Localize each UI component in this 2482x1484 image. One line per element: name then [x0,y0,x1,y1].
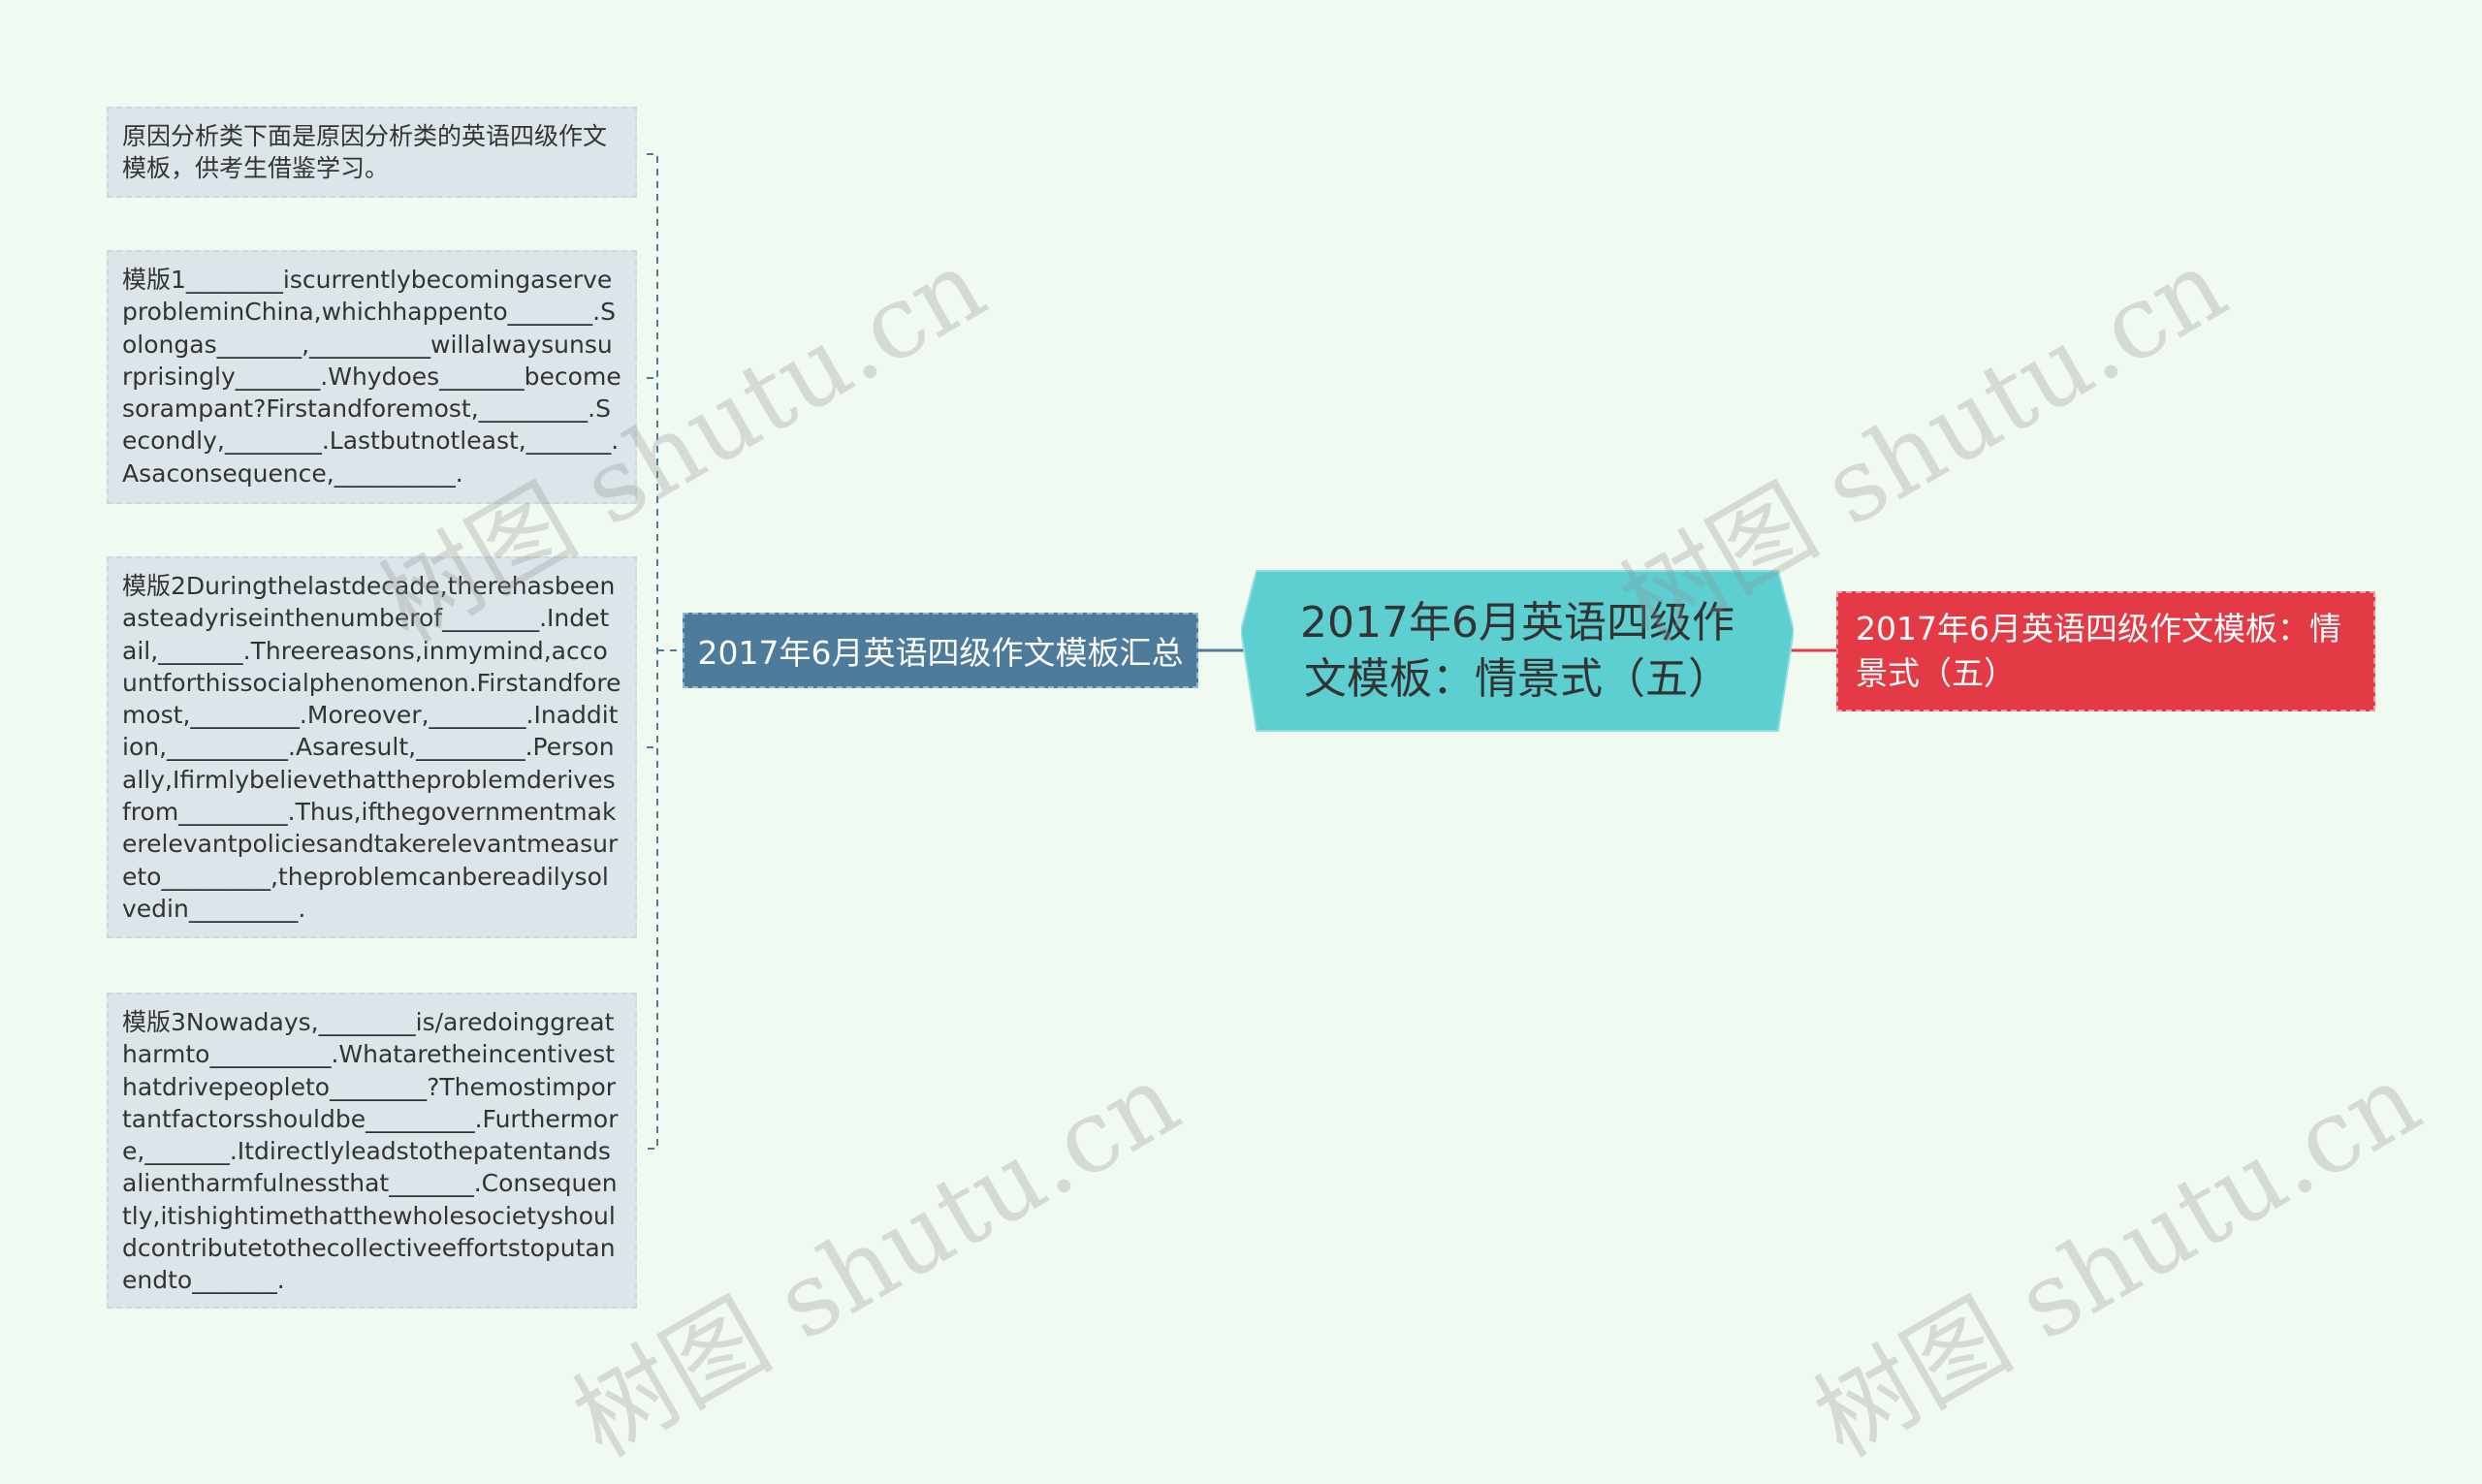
center-topic-label: 2017年6月英语四级作文模板：情景式（五） [1300,597,1734,704]
left-branch-node[interactable]: 2017年6月英语四级作文模板汇总 [683,613,1198,688]
leaf-connector-bracket [647,153,658,1150]
leaf-node-template-2[interactable]: 模版2Duringthelastdecade,therehasbeenastea… [107,556,637,938]
leaf-node-intro[interactable]: 原因分析类下面是原因分析类的英语四级作文模板，供考生借鉴学习。 [107,107,637,198]
right-branch-node[interactable]: 2017年6月英语四级作文模板：情景式（五） [1836,591,2375,711]
leaf-node-template-1[interactable]: 模版1________iscurrentlybecomingaserveprob… [107,250,637,504]
center-topic-node[interactable]: 2017年6月英语四级作文模板：情景式（五） [1241,570,1794,732]
leaf-node-template-3[interactable]: 模版3Nowadays,________is/aredoinggreatharm… [107,993,637,1309]
